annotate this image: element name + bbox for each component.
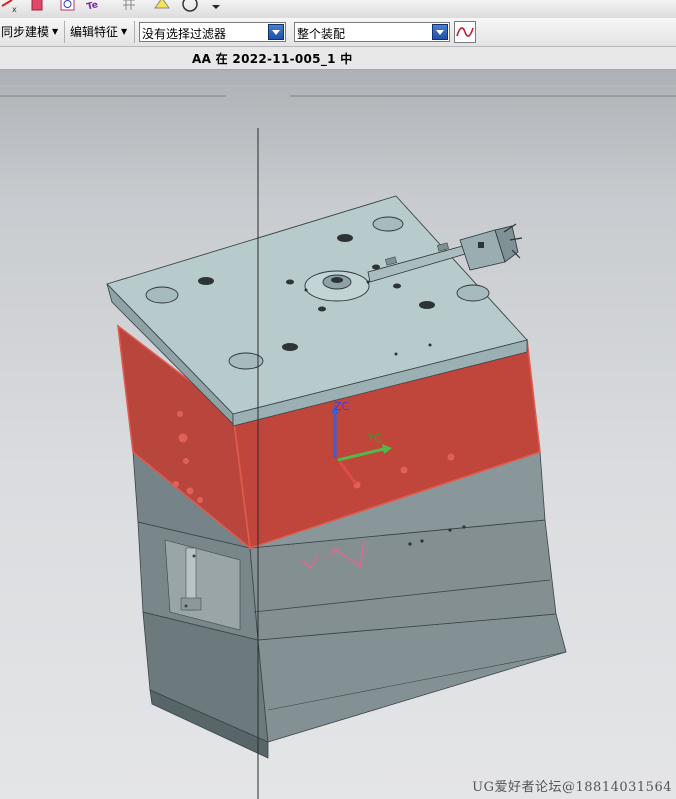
toolbar: 同步建模 ▼ 编辑特征 ▼ 没有选择过滤器 整个装配 [0, 18, 676, 47]
circle-icon[interactable] [180, 0, 200, 14]
edit-feature-menu[interactable]: 编辑特征 ▼ [70, 23, 127, 40]
curve-analysis-button[interactable] [454, 21, 476, 43]
trim-body-icon[interactable] [28, 0, 48, 14]
sync-modeling-label: 同步建模 [1, 25, 50, 39]
selection-scope-value: 整个装配 [297, 27, 346, 41]
yc-axis-label: YC [367, 432, 382, 445]
watermark-text: UG爱好者论坛@18814031564 [472, 780, 672, 795]
bottom-clamp-plate [142, 611, 567, 759]
mesh-icon[interactable] [120, 0, 140, 14]
work-part-bar: AA 在 2022-11-005_1 中 [0, 47, 676, 70]
sync-modeling-menu[interactable]: 同步建模 ▼ [1, 23, 58, 40]
selection-filter-dropdown[interactable]: 没有选择过滤器 [139, 22, 286, 42]
chevron-down-icon: ▼ [121, 27, 128, 36]
sew-icon[interactable] [58, 0, 78, 14]
work-part-label: AA 在 2022-11-005_1 中 [192, 52, 353, 66]
selection-scope-dropdown[interactable]: 整个装配 [294, 22, 450, 42]
selection-filter-value: 没有选择过滤器 [142, 27, 227, 41]
dropdown-arrow-icon[interactable] [206, 0, 226, 14]
shade-icon[interactable] [152, 0, 172, 14]
delete-curve-icon[interactable]: x [0, 0, 20, 14]
toolbar-separator [134, 21, 135, 43]
icon-strip: x Te [0, 0, 676, 18]
svg-text:Te: Te [86, 0, 99, 13]
zc-axis-label: ZC [334, 400, 350, 413]
dropdown-arrow-icon[interactable] [432, 24, 448, 40]
text-icon[interactable]: Te [86, 0, 106, 14]
mold-assembly-model[interactable]: ZC YC [0, 70, 676, 799]
edit-feature-label: 编辑特征 [70, 25, 119, 39]
chevron-down-icon: ▼ [52, 27, 59, 36]
curve-analysis-icon [456, 27, 474, 37]
dropdown-arrow-icon[interactable] [268, 24, 284, 40]
svg-text:x: x [12, 5, 17, 14]
graphics-viewport[interactable]: ZC YC UG爱好者论坛@18814031564 [0, 70, 676, 799]
toolbar-separator [64, 21, 65, 43]
